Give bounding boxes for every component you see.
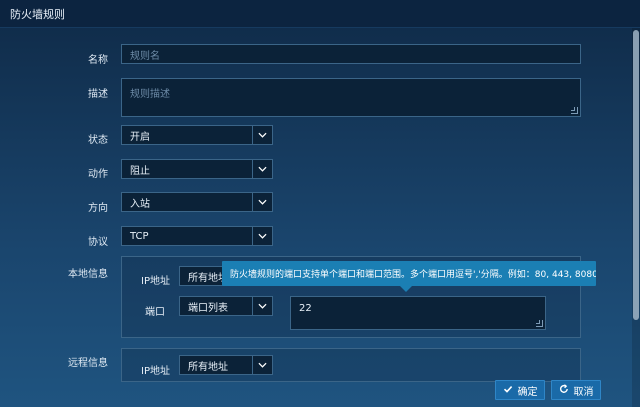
chevron-down-icon xyxy=(252,126,272,144)
name-label: 名称 xyxy=(88,55,108,66)
name-input[interactable]: 规则名 xyxy=(121,44,581,64)
status-select[interactable]: 开启 xyxy=(121,125,273,145)
direction-select[interactable]: 入站 xyxy=(121,192,273,212)
chevron-down-icon xyxy=(252,297,272,315)
name-placeholder: 规则名 xyxy=(130,50,160,62)
local-port-input[interactable]: 22 xyxy=(290,296,546,330)
chevron-down-icon xyxy=(252,193,272,211)
confirm-button[interactable]: 确定 xyxy=(495,380,545,400)
local-info-label: 本地信息 xyxy=(68,269,108,280)
resize-grip-icon[interactable] xyxy=(571,107,578,114)
cancel-label: 取消 xyxy=(573,386,594,398)
description-label: 描述 xyxy=(88,89,108,100)
protocol-value: TCP xyxy=(130,230,149,242)
local-port-label: 端口 xyxy=(145,307,165,318)
resize-grip-icon[interactable] xyxy=(536,320,543,327)
refresh-icon xyxy=(559,383,569,397)
description-placeholder: 规则描述 xyxy=(130,89,170,100)
cancel-button[interactable]: 取消 xyxy=(551,380,601,400)
action-value: 阻止 xyxy=(130,165,150,177)
tooltip-arrow xyxy=(400,286,412,292)
status-value: 开启 xyxy=(130,131,150,143)
confirm-label: 确定 xyxy=(517,386,538,398)
direction-label: 方向 xyxy=(88,203,108,214)
action-select[interactable]: 阻止 xyxy=(121,159,273,179)
check-icon xyxy=(503,384,513,397)
status-label: 状态 xyxy=(88,135,108,146)
chevron-down-icon xyxy=(252,227,272,245)
protocol-select[interactable]: TCP xyxy=(121,226,273,246)
remote-info-label: 远程信息 xyxy=(68,358,108,369)
remote-ip-select[interactable]: 所有地址 xyxy=(179,355,273,375)
local-ip-label: IP地址 xyxy=(141,276,170,287)
chevron-down-icon xyxy=(252,160,272,178)
remote-ip-label: IP地址 xyxy=(141,366,170,377)
scrollbar-thumb[interactable] xyxy=(633,30,639,320)
local-port-type-select[interactable]: 端口列表 xyxy=(179,296,273,316)
chevron-down-icon xyxy=(252,356,272,374)
direction-value: 入站 xyxy=(130,198,150,210)
protocol-label: 协议 xyxy=(88,237,108,248)
description-textarea[interactable]: 规则描述 xyxy=(121,78,581,117)
dialog-title: 防火墙规则 xyxy=(0,0,640,28)
local-port-value: 22 xyxy=(299,303,312,314)
port-help-tooltip: 防火墙规则的端口支持单个端口和端口范围。多个端口用逗号','分隔。例如：80, … xyxy=(222,261,596,286)
action-label: 动作 xyxy=(88,169,108,180)
